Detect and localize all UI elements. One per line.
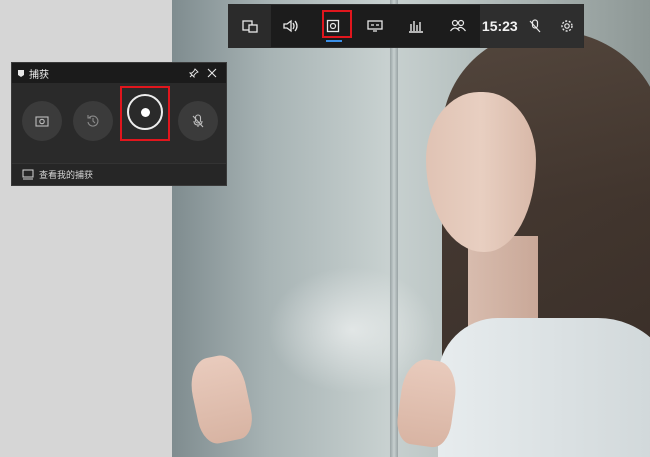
show-all-captures-link[interactable]: 查看我的捕获 [12,163,226,185]
pin-icon [189,68,199,78]
photo-window-frame [390,0,398,457]
record-button[interactable] [127,94,163,130]
mic-button[interactable] [519,4,552,48]
gear-icon [560,19,574,33]
performance-icon [366,19,383,33]
capture-widget: 捕获 查看我的捕获 [11,62,227,186]
bar-chart-icon [408,19,424,33]
gallery-icon [22,169,34,180]
capture-icon [17,69,25,78]
people-icon [449,19,467,33]
mic-off-icon [192,114,204,128]
performance-button[interactable] [354,4,396,48]
widget-menu-icon [242,19,258,33]
settings-button[interactable] [551,4,583,48]
screenshot-button[interactable] [22,101,62,141]
camera-icon [35,115,49,127]
widget-menu-button[interactable] [229,4,271,48]
record-button-highlight [120,86,170,141]
photo-hand-left [185,351,257,447]
show-all-captures-label: 查看我的捕获 [39,171,94,181]
mic-toggle-button[interactable] [178,101,218,141]
social-button[interactable] [437,4,479,48]
history-icon [86,114,100,128]
game-bar-toolbar: 15:23 [228,4,584,48]
record-last-button[interactable] [73,101,113,141]
audio-button[interactable] [271,4,313,48]
resources-button[interactable] [395,4,437,48]
capture-button[interactable] [312,4,354,48]
speaker-icon [282,19,300,33]
close-button[interactable] [203,68,221,78]
record-icon [140,107,150,117]
capture-widget-title: 捕获 [29,69,49,81]
close-icon [207,68,217,78]
capture-widget-body [12,83,226,163]
capture-icon [326,19,340,33]
mic-off-icon [529,19,541,33]
clock: 15:23 [480,4,520,48]
photo-shirt [438,318,650,457]
pin-button[interactable] [185,68,203,78]
background-photo [172,0,650,457]
capture-widget-header[interactable]: 捕获 [12,63,226,83]
